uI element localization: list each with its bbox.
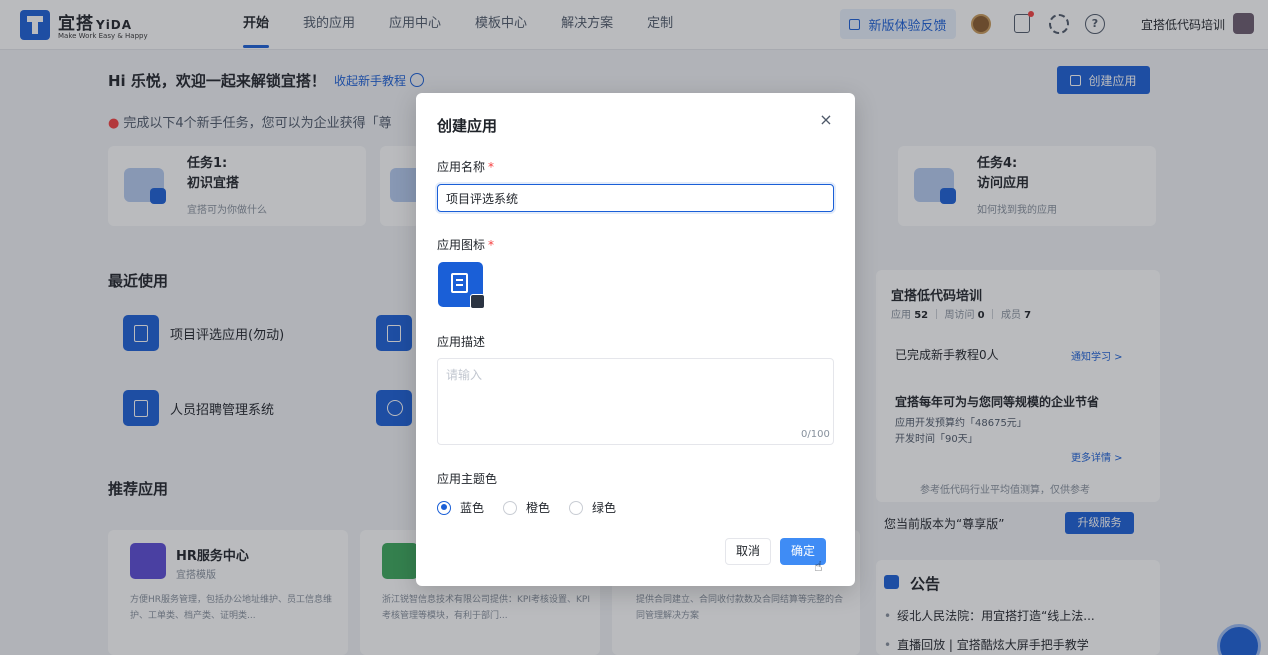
app-name-label: 应用名称 * — [437, 160, 495, 174]
dialog-title: 创建应用 — [437, 117, 498, 135]
radio-icon — [503, 500, 518, 515]
theme-radio-green[interactable]: 绿色 — [569, 499, 616, 516]
create-app-dialog: 创建应用 × 应用名称* 应用图标* 应用描述 0/100 应用主题色 蓝色 橙… — [416, 93, 855, 586]
theme-radio-blue[interactable]: 蓝色 — [437, 499, 484, 516]
document-icon — [451, 273, 468, 293]
desc-char-count: 0/100 — [801, 429, 830, 440]
close-icon[interactable]: × — [818, 112, 834, 128]
app-desc-textarea[interactable] — [437, 358, 834, 445]
radio-icon — [569, 500, 584, 515]
hand-cursor-icon: ☝ — [814, 559, 823, 575]
theme-radio-orange[interactable]: 橙色 — [503, 499, 550, 516]
app-desc-label: 应用描述 — [437, 335, 486, 349]
theme-color-label: 应用主题色 — [437, 472, 498, 486]
app-icon-label: 应用图标 * — [437, 238, 495, 252]
theme-color-radio-group: 蓝色 橙色 绿色 — [437, 499, 635, 516]
required-mark: * — [488, 160, 495, 174]
radio-checked-icon — [437, 500, 451, 515]
cancel-button[interactable]: 取消 — [725, 538, 771, 565]
app-icon-picker[interactable] — [438, 262, 485, 309]
required-mark: * — [488, 238, 495, 252]
edit-icon[interactable] — [470, 294, 485, 309]
app-name-input[interactable] — [437, 184, 834, 212]
